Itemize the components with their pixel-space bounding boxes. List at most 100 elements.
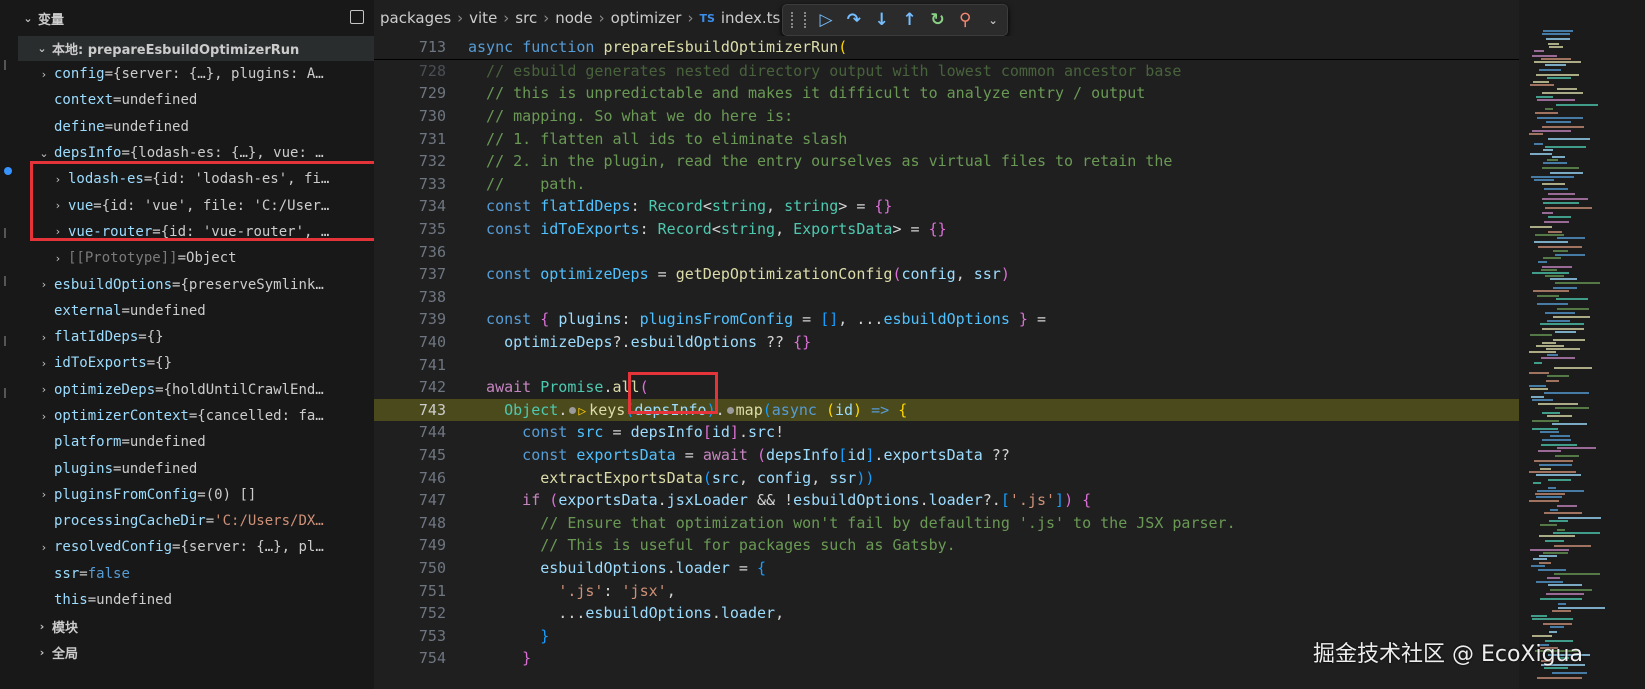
code-token: }: [468, 649, 532, 668]
code-line[interactable]: 739 const { plugins: pluginsFromConfig =…: [374, 308, 1519, 331]
chevron-down-icon[interactable]: ⌄: [18, 42, 52, 55]
variable-name: idToExports: [54, 355, 147, 372]
code-token: ,: [666, 581, 676, 600]
code-line[interactable]: 736: [374, 240, 1519, 263]
variable-row[interactable]: › pluginsFromConfig = (0) []: [18, 482, 374, 508]
chevron-right-icon[interactable]: ›: [18, 646, 52, 659]
restart-icon[interactable]: ↻: [924, 8, 952, 32]
step-into-icon[interactable]: ↓: [868, 8, 896, 32]
chevron-down-icon[interactable]: ⌄: [979, 8, 1007, 32]
disconnect-icon[interactable]: ⚲: [951, 8, 979, 32]
variable-row[interactable]: › config = {server: {…}, plugins: A…: [18, 61, 374, 87]
breadcrumb-item[interactable]: src: [515, 9, 537, 27]
breadcrumb-item[interactable]: packages: [380, 9, 451, 27]
variable-row[interactable]: › esbuildOptions = {preserveSymlink…: [18, 271, 374, 297]
variable-row[interactable]: plugins = undefined: [18, 455, 374, 481]
code-area[interactable]: 713 async function prepareEsbuildOptimize…: [374, 36, 1519, 670]
minimap-line: [1532, 428, 1558, 430]
variable-row[interactable]: ssr = false: [18, 561, 374, 587]
scope-module[interactable]: › 模块: [18, 613, 374, 639]
breadcrumb-item[interactable]: optimizer: [611, 9, 682, 27]
code-line[interactable]: 740 optimizeDeps?.esbuildOptions ?? {}: [374, 331, 1519, 354]
variable-row[interactable]: › [[Prototype]] = Object: [18, 245, 374, 271]
scope-global[interactable]: › 全局: [18, 639, 374, 665]
chevron-down-icon[interactable]: ⌄: [18, 12, 38, 25]
code-token: {: [1082, 491, 1092, 510]
code-token: (: [762, 400, 772, 419]
continue-icon[interactable]: ▷: [812, 8, 840, 32]
scope-local-label: 本地: prepareEsbuildOptimizerRun: [52, 43, 300, 58]
code-line[interactable]: 738: [374, 286, 1519, 309]
line-number: 754: [418, 649, 446, 668]
code-line[interactable]: 750 esbuildOptions.loader = {: [374, 557, 1519, 580]
variable-row[interactable]: › resolvedConfig = {server: {…}, pl…: [18, 534, 374, 560]
variable-row[interactable]: external = undefined: [18, 298, 374, 324]
chevron-down-icon[interactable]: ⌄: [34, 147, 54, 160]
code-line[interactable]: 751 '.js': 'jsx',: [374, 579, 1519, 602]
code-line[interactable]: 732 // 2. in the plugin, read the entry …: [374, 150, 1519, 173]
breakpoint-arrow-icon[interactable]: ⊳: [374, 402, 378, 417]
variable-row[interactable]: › idToExports = {}: [18, 350, 374, 376]
code-line[interactable]: 713 async function prepareEsbuildOptimize…: [374, 36, 1519, 60]
code-line[interactable]: ⊳743 Object.▷keys(depsInfo).map(async (i…: [374, 398, 1519, 422]
variable-row[interactable]: context = undefined: [18, 87, 374, 113]
code-token: const: [468, 445, 577, 464]
variable-row[interactable]: platform = undefined: [18, 429, 374, 455]
inline-breakpoint-arrow-icon[interactable]: ▷: [578, 404, 586, 419]
chevron-right-icon[interactable]: ›: [34, 541, 54, 554]
minimap-line: [1555, 282, 1600, 284]
chevron-right-icon[interactable]: ›: [34, 68, 54, 81]
minimap-line: [1543, 623, 1572, 625]
variables-section-header[interactable]: ⌄ 变量: [18, 0, 374, 36]
step-out-icon[interactable]: ↑: [896, 8, 924, 32]
code-line[interactable]: 752 ...esbuildOptions.loader,: [374, 602, 1519, 625]
chevron-right-icon[interactable]: ›: [34, 357, 54, 370]
scope-local[interactable]: ⌄ 本地: prepareEsbuildOptimizerRun: [18, 36, 374, 61]
code-line[interactable]: 744 const src = depsInfo[id].src!: [374, 421, 1519, 444]
code-line[interactable]: 742 await Promise.all(: [374, 376, 1519, 399]
inline-breakpoint-icon[interactable]: [569, 406, 577, 414]
variable-row[interactable]: › flatIdDeps = {}: [18, 324, 374, 350]
code-line[interactable]: 728 // esbuild generates nested director…: [374, 60, 1519, 83]
variable-row[interactable]: define = undefined: [18, 114, 374, 140]
code-line[interactable]: 735 const idToExports: Record<string, Ex…: [374, 218, 1519, 241]
minimap-line: [1548, 584, 1582, 586]
collapse-all-icon[interactable]: [350, 10, 364, 24]
breadcrumb-item[interactable]: index.ts: [721, 9, 781, 27]
code-token: [: [702, 423, 712, 442]
code-line[interactable]: 749 // This is useful for packages such …: [374, 534, 1519, 557]
drag-handle-icon[interactable]: [791, 12, 807, 28]
variable-value: undefined: [129, 302, 206, 319]
chevron-right-icon[interactable]: ›: [48, 252, 68, 265]
step-over-icon[interactable]: ↷: [840, 8, 868, 32]
code-line[interactable]: 747 if (exportsData.jsxLoader && !esbuil…: [374, 489, 1519, 512]
variable-row[interactable]: › optimizeDeps = {holdUntilCrawlEnd…: [18, 377, 374, 403]
chevron-right-icon[interactable]: ›: [34, 488, 54, 501]
minimap[interactable]: [1519, 0, 1645, 689]
code-line[interactable]: 737 const optimizeDeps = getDepOptimizat…: [374, 263, 1519, 286]
code-line[interactable]: 741: [374, 353, 1519, 376]
minimap-line: [1537, 117, 1583, 119]
variable-row[interactable]: processingCacheDir = 'C:/Users/DX…: [18, 508, 374, 534]
code-line[interactable]: 745 const exportsData = await (depsInfo[…: [374, 444, 1519, 467]
variable-row[interactable]: this = undefined: [18, 587, 374, 613]
chevron-right-icon[interactable]: ›: [34, 410, 54, 423]
inline-breakpoint-icon[interactable]: [726, 406, 734, 414]
breadcrumb-item[interactable]: node: [555, 9, 592, 27]
code-line[interactable]: 730 // mapping. So what we do here is:: [374, 105, 1519, 128]
variable-name: flatIdDeps: [54, 329, 139, 346]
chevron-right-icon[interactable]: ›: [34, 331, 54, 344]
code-line[interactable]: 746 extractExportsData(src, config, ssr)…: [374, 466, 1519, 489]
equals-sign: =: [188, 408, 198, 424]
code-token: ): [1000, 265, 1010, 284]
code-line[interactable]: 729 // this is unpredictable and makes i…: [374, 82, 1519, 105]
chevron-right-icon[interactable]: ›: [34, 383, 54, 396]
breadcrumb-item[interactable]: vite: [469, 9, 497, 27]
chevron-right-icon[interactable]: ›: [34, 278, 54, 291]
variable-row[interactable]: › optimizerContext = {cancelled: fa…: [18, 403, 374, 429]
chevron-right-icon[interactable]: ›: [18, 620, 52, 633]
code-line[interactable]: 733 // path.: [374, 173, 1519, 196]
code-line[interactable]: 748 // Ensure that optimization won't fa…: [374, 511, 1519, 534]
code-line[interactable]: 731 // 1. flatten all ids to eliminate s…: [374, 127, 1519, 150]
code-line[interactable]: 734 const flatIdDeps: Record<string, str…: [374, 195, 1519, 218]
